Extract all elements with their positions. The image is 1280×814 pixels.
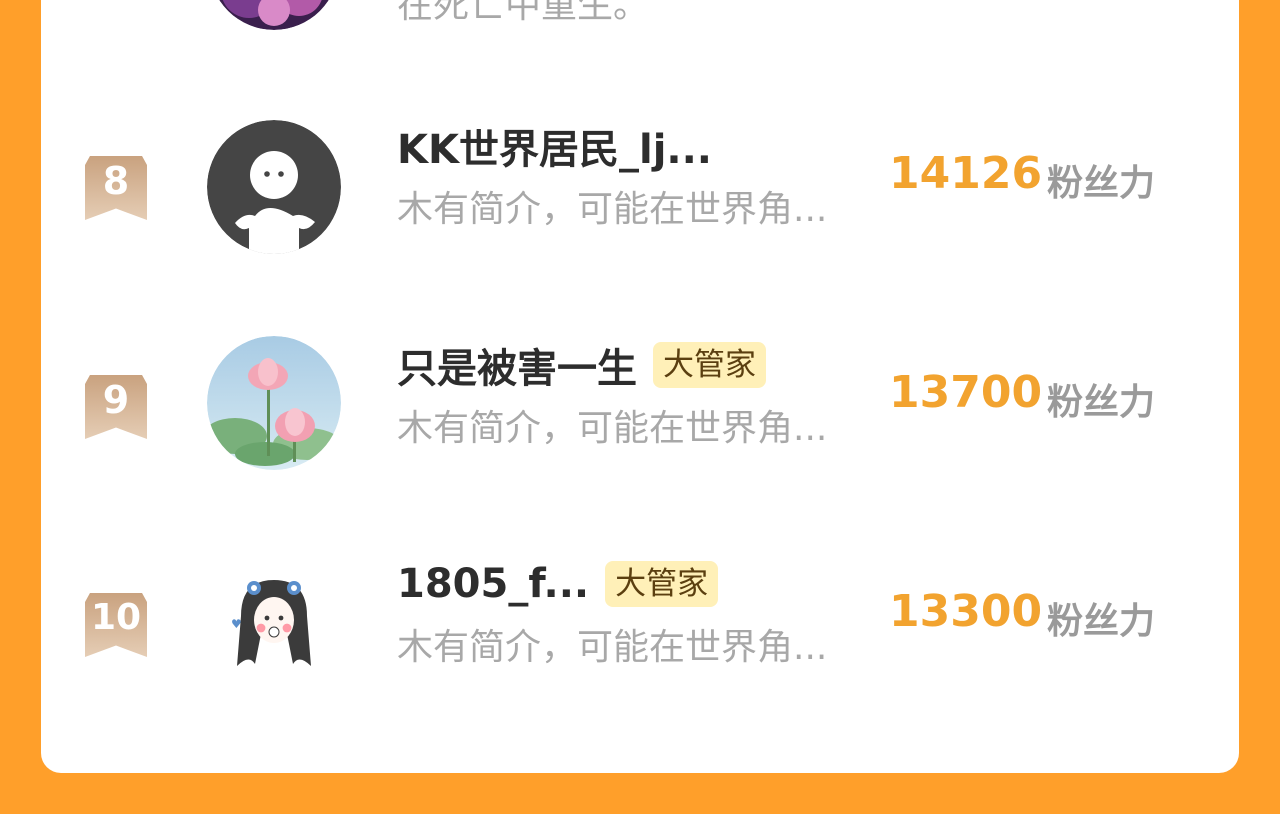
fan-power-score: 13700 [889, 367, 1043, 418]
ranking-row[interactable]: 9 只是被害一生 大管家 木有简介，可能在世界角... 13700 粉丝力 [41, 329, 1239, 489]
ranking-row[interactable]: 8 KK世界居民_lj... 木有简介，可能在世界角... 14126 粉丝力 [41, 110, 1239, 270]
user-description: 木有简介，可能在世界角... [397, 189, 828, 230]
default-avatar-icon [207, 120, 341, 254]
nickname-line: 1805_f... 大管家 [397, 558, 719, 610]
user-description: 在死亡中重生。 [397, 0, 650, 26]
avatar[interactable]: ♥ [207, 550, 341, 684]
nickname-line: 只是被害一生 大管家 [397, 336, 766, 394]
fan-power-score: 13300 [889, 586, 1043, 637]
rank-badge: 8 [85, 156, 147, 220]
avatar[interactable] [209, 0, 339, 30]
nickname-line: KK世界居民_lj... [397, 117, 712, 175]
ranking-card: 在死亡中重生。 8 KK世界居民_lj... 木有简介，可能在世界角... 14… [41, 0, 1239, 773]
steward-tag: 大管家 [605, 561, 719, 607]
avatar-image [219, 0, 329, 30]
ranking-row[interactable]: 10 ♥ 1805_f... 大管家 木有简介，可能在世界角... 13300 … [41, 548, 1239, 708]
fan-power-label: 粉丝力 [1047, 601, 1156, 642]
ranking-row-partial[interactable]: 在死亡中重生。 [41, 0, 1239, 40]
svg-text:♥: ♥ [231, 617, 242, 631]
fan-power-score: 14126 [889, 148, 1043, 199]
avatar[interactable] [207, 120, 341, 254]
user-nickname[interactable]: 1805_f... [397, 561, 589, 607]
rank-badge: 10 [85, 593, 147, 657]
fan-power-label: 粉丝力 [1047, 163, 1156, 204]
lotus-avatar-image [207, 336, 341, 470]
fan-power-label: 粉丝力 [1047, 382, 1156, 423]
steward-tag: 大管家 [653, 342, 766, 388]
user-nickname[interactable]: 只是被害一生 [397, 336, 637, 394]
user-description: 木有简介，可能在世界角... [397, 408, 828, 449]
user-description: 木有简介，可能在世界角... [397, 627, 828, 668]
avatar[interactable] [207, 336, 341, 470]
user-nickname[interactable]: KK世界居民_lj... [397, 117, 712, 175]
rank-badge: 9 [85, 375, 147, 439]
girl-avatar-image: ♥ [207, 550, 341, 684]
